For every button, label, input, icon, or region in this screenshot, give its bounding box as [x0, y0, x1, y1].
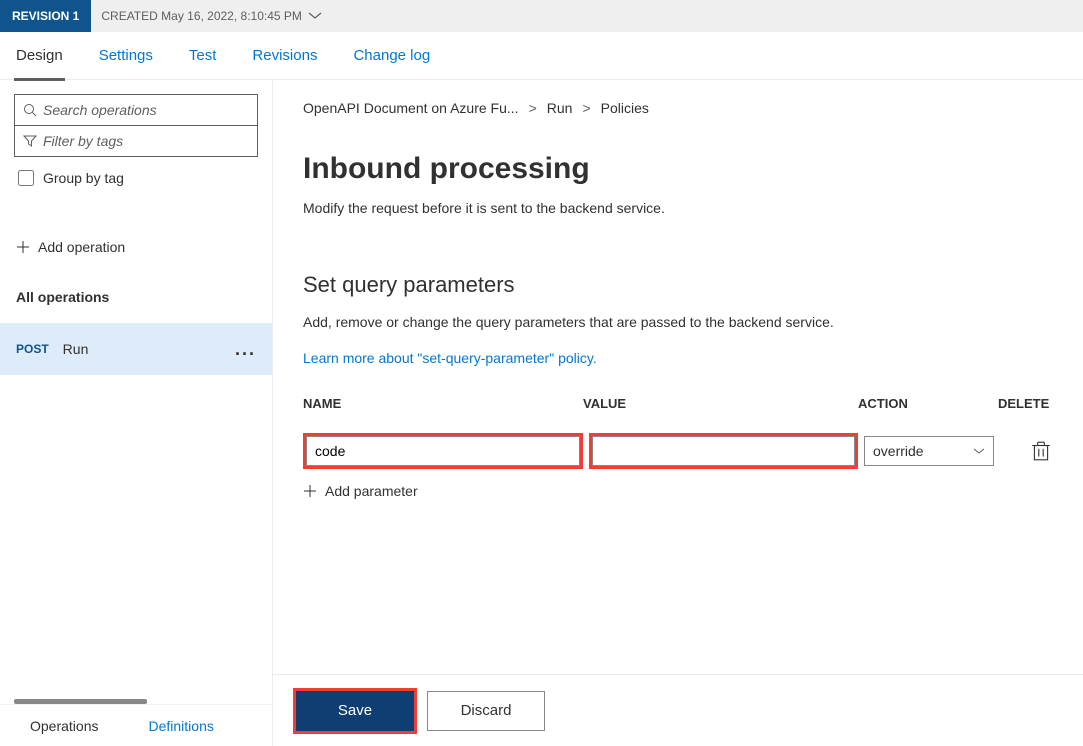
- chevron-right-icon: >: [529, 100, 537, 116]
- section-title: Set query parameters: [303, 272, 1058, 298]
- breadcrumb-item[interactable]: OpenAPI Document on Azure Fu...: [303, 100, 519, 116]
- breadcrumb-item[interactable]: Run: [547, 100, 573, 116]
- param-action-select[interactable]: override: [864, 436, 994, 466]
- query-params-table: NAME VALUE ACTION DELETE: [303, 390, 1058, 469]
- tab-operations[interactable]: Operations: [30, 718, 98, 734]
- delete-icon[interactable]: [1030, 440, 1052, 462]
- operation-item-run[interactable]: POST Run ...: [0, 323, 272, 375]
- filter-tags-input[interactable]: Filter by tags: [14, 125, 258, 157]
- plus-icon: [303, 484, 317, 498]
- tab-definitions[interactable]: Definitions: [148, 718, 213, 734]
- chevron-right-icon: >: [582, 100, 590, 116]
- col-header-action: ACTION: [858, 390, 998, 417]
- top-bar: REVISION 1 CREATED May 16, 2022, 8:10:45…: [0, 0, 1083, 32]
- page-title: Inbound processing: [303, 152, 1058, 186]
- chevron-down-icon: [308, 12, 322, 20]
- col-header-delete: DELETE: [998, 390, 1058, 417]
- search-icon: [23, 103, 37, 117]
- all-operations-label[interactable]: All operations: [16, 289, 272, 305]
- created-label[interactable]: CREATED May 16, 2022, 8:10:45 PM: [101, 9, 322, 23]
- filter-icon: [23, 134, 37, 148]
- tab-changelog[interactable]: Change log: [353, 32, 430, 80]
- tab-test[interactable]: Test: [189, 32, 217, 80]
- tab-settings[interactable]: Settings: [99, 32, 153, 80]
- breadcrumb-item: Policies: [601, 100, 649, 116]
- tabs-row: Design Settings Test Revisions Change lo…: [0, 32, 1083, 80]
- more-icon[interactable]: ...: [235, 339, 256, 360]
- chevron-down-icon: [973, 448, 985, 455]
- param-name-input[interactable]: [306, 436, 580, 466]
- main-panel: OpenAPI Document on Azure Fu... > Run > …: [273, 80, 1083, 746]
- param-value-input[interactable]: [592, 436, 855, 466]
- col-header-value: VALUE: [583, 390, 858, 417]
- tab-design[interactable]: Design: [16, 32, 63, 80]
- add-operation-button[interactable]: Add operation: [16, 239, 272, 255]
- tab-revisions[interactable]: Revisions: [252, 32, 317, 80]
- save-button[interactable]: Save: [296, 691, 414, 731]
- bottom-bar: Save Discard: [273, 674, 1083, 746]
- discard-button[interactable]: Discard: [427, 691, 545, 731]
- table-row: override: [303, 433, 1058, 469]
- operation-name: Run: [63, 341, 89, 357]
- section-description: Add, remove or change the query paramete…: [303, 314, 1058, 330]
- search-operations-input[interactable]: Search operations: [14, 94, 258, 126]
- group-by-tag-checkbox[interactable]: Group by tag: [14, 167, 258, 189]
- learn-more-link[interactable]: Learn more about "set-query-parameter" p…: [303, 350, 1058, 366]
- sidebar: Search operations Filter by tags Group b…: [0, 80, 273, 746]
- breadcrumb: OpenAPI Document on Azure Fu... > Run > …: [273, 80, 1083, 116]
- add-parameter-button[interactable]: Add parameter: [303, 483, 1058, 499]
- http-method-badge: POST: [16, 342, 49, 356]
- page-description: Modify the request before it is sent to …: [303, 200, 1058, 216]
- col-header-name: NAME: [303, 390, 583, 417]
- plus-icon: [16, 240, 30, 254]
- revision-badge: REVISION 1: [0, 0, 91, 32]
